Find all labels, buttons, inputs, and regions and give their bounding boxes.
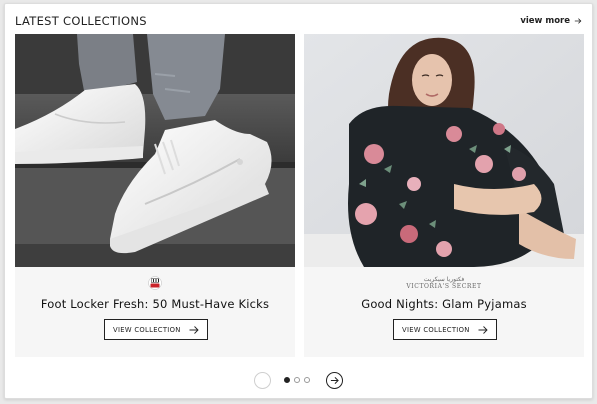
carousel-dot-2[interactable] bbox=[294, 377, 300, 383]
collection-image-pyjamas[interactable] bbox=[304, 34, 584, 267]
collection-card-victorias-secret[interactable]: فكتوريا سيكريت VICTORIA'S SECRET Good Ni… bbox=[304, 34, 584, 357]
carousel-next-button[interactable] bbox=[326, 371, 343, 389]
view-collection-label: VIEW COLLECTION bbox=[113, 325, 181, 334]
collection-image-sneakers[interactable] bbox=[15, 34, 295, 267]
view-more-link[interactable]: view more bbox=[520, 16, 582, 26]
carousel-dot-1[interactable] bbox=[284, 377, 290, 383]
view-collection-button[interactable]: VIEW COLLECTION bbox=[104, 319, 208, 340]
arrow-right-icon bbox=[330, 376, 339, 384]
brand-name-arabic: فكتوريا سيكريت bbox=[423, 276, 465, 283]
carousel-prev-button[interactable] bbox=[254, 371, 271, 389]
carousel-dot-3[interactable] bbox=[304, 377, 310, 383]
section-title: LATEST COLLECTIONS bbox=[15, 14, 147, 28]
arrow-right-icon bbox=[478, 325, 488, 334]
collection-title: Foot Locker Fresh: 50 Must-Have Kicks bbox=[40, 297, 270, 311]
collection-card-foot-locker[interactable]: Foot Locker Fresh: 50 Must-Have Kicks VI… bbox=[15, 34, 295, 357]
view-more-label: view more bbox=[520, 16, 570, 26]
latest-collections-widget: LATEST COLLECTIONS view more Foot Locker… bbox=[4, 3, 593, 399]
carousel-dots bbox=[284, 377, 310, 383]
section-header: LATEST COLLECTIONS view more bbox=[15, 12, 582, 30]
view-collection-button[interactable]: VIEW COLLECTION bbox=[393, 319, 497, 340]
arrow-right-icon bbox=[189, 325, 199, 334]
victorias-secret-logo: فكتوريا سيكريت VICTORIA'S SECRET bbox=[304, 274, 584, 292]
arrow-right-icon bbox=[574, 18, 582, 24]
carousel-pagination bbox=[5, 370, 592, 390]
foot-locker-logo bbox=[15, 274, 295, 292]
collection-title: Good Nights: Glam Pyjamas bbox=[361, 297, 527, 311]
view-collection-label: VIEW COLLECTION bbox=[402, 325, 470, 334]
brand-name-english: VICTORIA'S SECRET bbox=[406, 283, 482, 290]
